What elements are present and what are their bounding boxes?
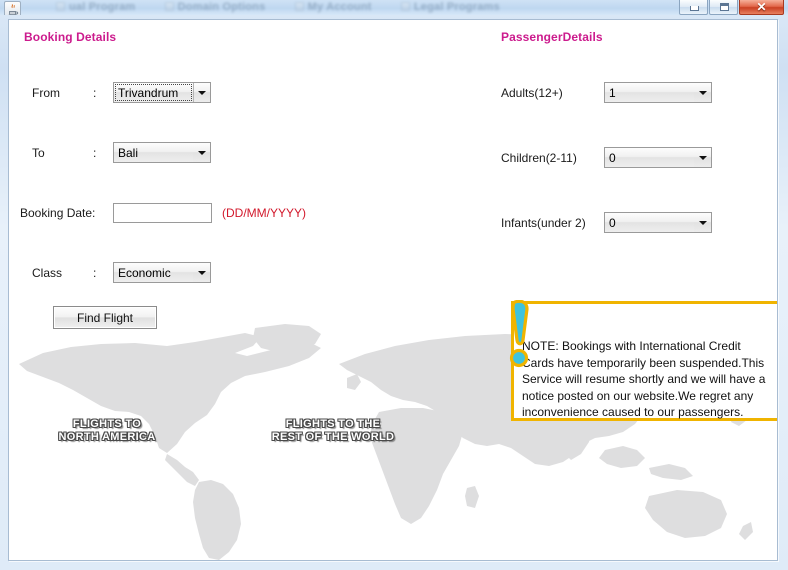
from-combobox[interactable]: Trivandrum bbox=[113, 82, 211, 103]
chevron-down-icon[interactable] bbox=[694, 148, 711, 167]
infants-combobox[interactable]: 0 bbox=[604, 212, 712, 233]
class-combobox-value: Economic bbox=[118, 265, 171, 280]
window-title-bar[interactable]: ual Program Domain Options My Account Le… bbox=[0, 0, 788, 15]
ghost-tab-3: Legal Programs bbox=[400, 1, 500, 13]
class-label: Class bbox=[32, 266, 63, 280]
adults-label: Adults(12+) bbox=[501, 86, 563, 100]
booking-date-label: Booking Date: bbox=[20, 206, 96, 220]
maximize-button[interactable] bbox=[709, 0, 738, 15]
booking-date-input[interactable] bbox=[113, 203, 212, 223]
from-label: From bbox=[32, 86, 60, 100]
find-flight-button[interactable]: Find Flight bbox=[53, 306, 157, 329]
note-callout-box: NOTE: Bookings with International Credit… bbox=[511, 301, 777, 421]
map-label-rest-of-world: FLIGHTS TO THE REST OF THE WORLD bbox=[271, 418, 395, 443]
children-label: Children(2-11) bbox=[501, 151, 577, 165]
infants-combobox-value: 0 bbox=[609, 215, 616, 230]
passenger-details-heading: PassengerDetails bbox=[501, 30, 603, 44]
chevron-down-icon[interactable] bbox=[193, 143, 210, 162]
maximize-icon bbox=[720, 3, 729, 11]
minimize-button[interactable] bbox=[679, 0, 708, 15]
chevron-down-icon[interactable] bbox=[694, 83, 711, 102]
chevron-down-icon[interactable] bbox=[193, 263, 210, 282]
booking-date-format-hint: (DD/MM/YYYY) bbox=[222, 206, 306, 220]
minimize-icon bbox=[690, 6, 699, 11]
to-combobox-value: Bali bbox=[118, 145, 139, 160]
ghost-tab-0: ual Program bbox=[56, 1, 135, 13]
chevron-down-icon[interactable] bbox=[694, 213, 711, 232]
java-coffee-cup-icon[interactable] bbox=[4, 1, 21, 15]
class-colon: : bbox=[93, 266, 97, 280]
to-label: To bbox=[32, 146, 45, 160]
booking-details-heading: Booking Details bbox=[24, 30, 117, 44]
map-label-north-america: FLIGHTS TO NORTH AMERICA bbox=[58, 418, 156, 443]
class-combobox[interactable]: Economic bbox=[113, 262, 211, 283]
ghost-tab-1: Domain Options bbox=[164, 1, 266, 13]
to-colon: : bbox=[93, 146, 97, 160]
from-colon: : bbox=[93, 86, 97, 100]
to-combobox[interactable]: Bali bbox=[113, 142, 211, 163]
children-combobox-value: 0 bbox=[609, 150, 616, 165]
ghost-tab-2: My Account bbox=[294, 1, 372, 13]
booking-form-panel: Booking Details From : Trivandrum To : B… bbox=[8, 19, 778, 561]
adults-combobox-value: 1 bbox=[609, 85, 616, 100]
window-controls: ✕ bbox=[679, 0, 784, 15]
background-tab-strip-ghost: ual Program Domain Options My Account Le… bbox=[56, 0, 616, 15]
close-icon: ✕ bbox=[756, 0, 767, 14]
adults-combobox[interactable]: 1 bbox=[604, 82, 712, 103]
children-combobox[interactable]: 0 bbox=[604, 147, 712, 168]
note-text: NOTE: Bookings with International Credit… bbox=[522, 339, 766, 419]
exclamation-mark-icon bbox=[507, 299, 535, 368]
from-combobox-value: Trivandrum bbox=[115, 84, 192, 101]
chevron-down-icon[interactable] bbox=[193, 83, 210, 102]
infants-label: Infants(under 2) bbox=[501, 216, 586, 230]
close-button[interactable]: ✕ bbox=[739, 0, 784, 15]
